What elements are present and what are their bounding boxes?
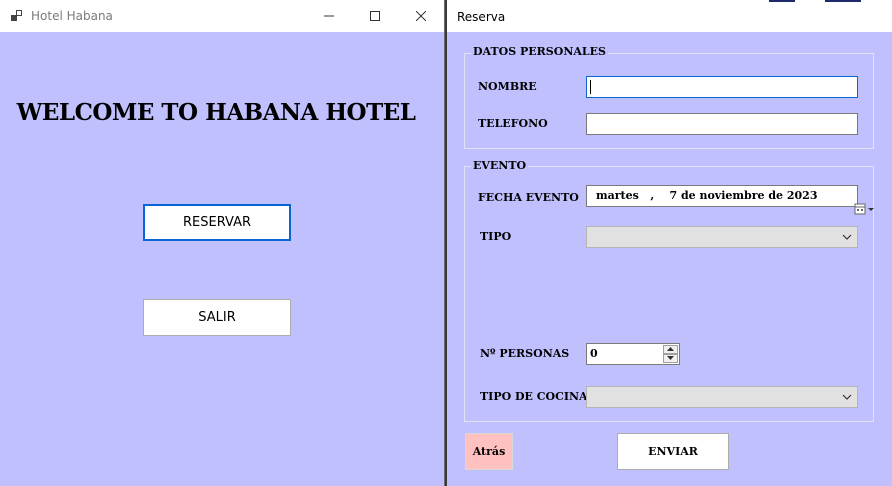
minimize-icon <box>324 15 334 17</box>
fecha-evento-value: martes , 7 de noviembre de 2023 <box>596 189 818 202</box>
app-icon <box>11 10 23 22</box>
reserva-window: Reserva DATOS PERSONALES NOMBRE TELEFONO… <box>447 0 892 486</box>
personas-label: Nº PERSONAS <box>480 347 570 360</box>
hotel-habana-window: Hotel Habana WELCOME TO HABANA HOTEL RES… <box>0 0 445 486</box>
spin-up-icon[interactable] <box>663 345 678 354</box>
telefono-input[interactable] <box>586 113 858 135</box>
calendar-icon[interactable] <box>831 189 874 215</box>
reservar-button[interactable]: RESERVAR <box>143 204 291 241</box>
fecha-evento-datepicker[interactable]: martes , 7 de noviembre de 2023 <box>586 185 874 215</box>
taskbar-strip <box>825 0 861 2</box>
welcome-heading: WELCOME TO HABANA HOTEL <box>16 99 416 126</box>
close-button[interactable] <box>398 0 444 32</box>
enviar-button[interactable]: ENVIAR <box>617 433 729 470</box>
minimize-button[interactable] <box>306 0 352 32</box>
nombre-input[interactable] <box>586 76 858 98</box>
datos-personales-legend: DATOS PERSONALES <box>471 45 608 58</box>
telefono-label: TELEFONO <box>478 117 548 130</box>
tipo-label: TIPO <box>480 230 512 243</box>
window-title: Hotel Habana <box>31 9 113 23</box>
chevron-down-icon <box>842 394 852 400</box>
salir-button[interactable]: SALIR <box>143 299 291 336</box>
title-bar[interactable]: Reserva <box>447 0 892 32</box>
chevron-down-icon <box>842 234 852 240</box>
window-title: Reserva <box>457 10 506 24</box>
atras-button[interactable]: Atrás <box>465 433 513 470</box>
tipo-cocina-label: TIPO DE COCINA <box>480 390 588 403</box>
personas-numeric[interactable]: 0 <box>586 343 680 365</box>
nombre-label: NOMBRE <box>478 80 537 93</box>
tipo-combobox[interactable] <box>586 226 858 248</box>
taskbar-strip <box>769 0 795 2</box>
spin-buttons[interactable] <box>663 345 678 363</box>
close-icon <box>416 11 426 21</box>
title-bar[interactable]: Hotel Habana <box>0 0 444 32</box>
evento-legend: EVENTO <box>471 159 529 172</box>
text-caret <box>590 80 591 94</box>
fecha-evento-label: FECHA EVENTO <box>478 191 579 204</box>
tipo-cocina-combobox[interactable] <box>586 386 858 408</box>
maximize-button[interactable] <box>352 0 398 32</box>
personas-value: 0 <box>590 347 598 360</box>
spin-down-icon[interactable] <box>663 354 678 363</box>
maximize-icon <box>370 11 380 21</box>
